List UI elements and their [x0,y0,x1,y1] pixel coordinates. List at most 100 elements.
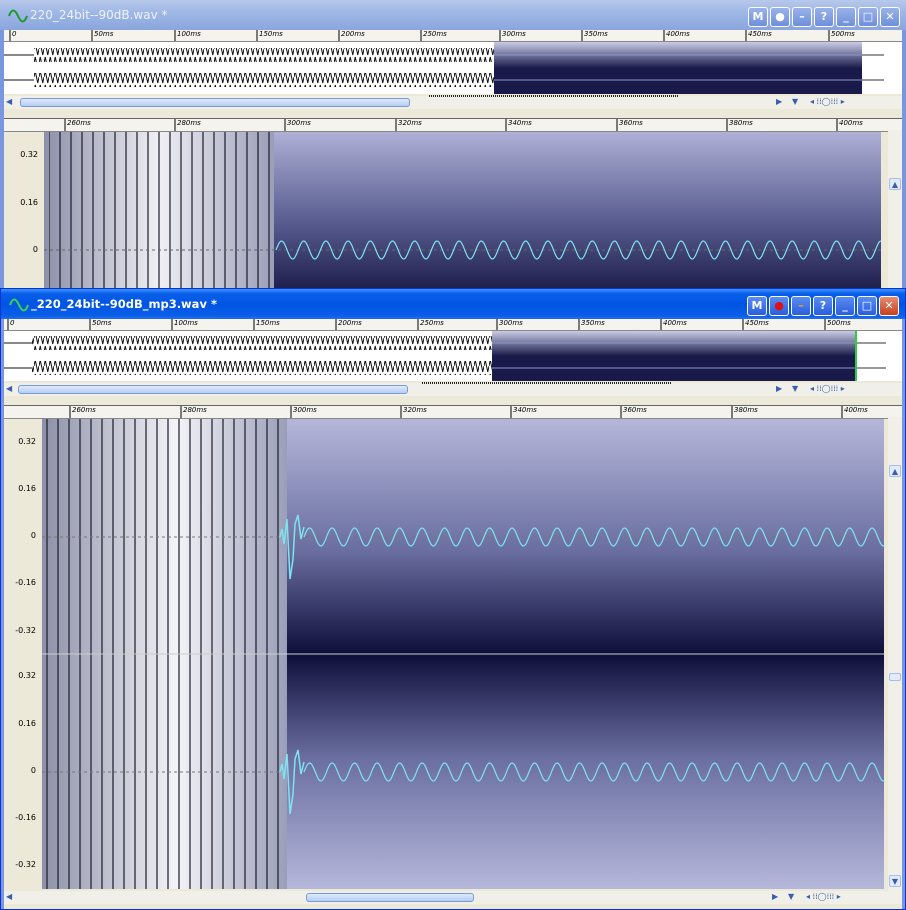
ruler-label: 260ms [72,406,96,414]
arrow-right-icon[interactable]: ▶ [776,384,782,393]
close-button[interactable]: ✕ [879,296,899,316]
vertical-scrollbar[interactable]: ▲ ▼ [888,417,902,891]
scroll-thumb[interactable] [20,98,410,107]
ruler-label: 380ms [734,406,758,414]
ruler-label: 400ms [844,406,868,414]
waveform-view[interactable] [44,132,881,291]
ruler-label: 400ms [663,319,687,327]
record-button[interactable]: ● [769,296,789,316]
y-axis-label: 0.32 [18,437,36,446]
window-2: _220_24bit--90dB_mp3.wav * M ● – ? _ □ ✕… [0,288,906,910]
ruler-label: 50ms [92,319,112,327]
sine-wave-icon [9,298,29,312]
y-axis-label: -0.16 [15,578,36,587]
ruler-label: 150ms [256,319,280,327]
close-button[interactable]: ✕ [880,7,900,27]
zoom-slider-icon[interactable]: ◂ ⁞⁞◯⁞⁞⁞ ▸ [810,97,845,106]
ruler-label: 320ms [403,406,427,414]
scroll-thumb[interactable] [18,385,408,394]
minus-button[interactable]: – [792,7,812,27]
mono-button[interactable]: M [748,7,768,27]
window-1: 220_24bit--90dB.wav * M ● – ? _ □ ✕ 0 50… [0,0,906,291]
y-axis-label: 0 [32,245,38,254]
vertical-scrollbar[interactable]: ▲ [888,130,902,291]
y-axis-label: 0.16 [20,198,38,207]
ruler-label: 250ms [423,30,447,38]
sine-wave-icon [8,9,28,23]
ruler-label: 280ms [183,406,207,414]
ruler-label: 300ms [502,30,526,38]
ruler-label: 300ms [287,119,311,127]
detail-ruler: 260ms 280ms 300ms 320ms 340ms 360ms 380m… [4,405,902,419]
scroll-up-icon[interactable]: ▲ [889,178,901,190]
window-title: _220_24bit--90dB_mp3.wav * [31,297,217,311]
ruler-label: 360ms [623,406,647,414]
ruler-label: 250ms [420,319,444,327]
arrow-left-icon[interactable]: ◀ [6,384,12,393]
ruler-label: 100ms [174,319,198,327]
ruler-label: 50ms [94,30,114,38]
arrow-left-icon[interactable]: ◀ [6,97,12,106]
arrow-right-icon[interactable]: ▶ [772,892,778,901]
maximize-button[interactable]: □ [857,296,877,316]
minimize-button[interactable]: _ [836,7,856,27]
minus-button[interactable]: – [791,296,811,316]
y-axis-label: 0.32 [18,671,36,680]
ruler-label: 320ms [398,119,422,127]
overview-scrollbar[interactable]: ◀ ▶ ▼ ◂ ⁞⁞◯⁞⁞⁞ ▸ [4,95,902,109]
ruler-label: 500ms [827,319,851,327]
help-button[interactable]: ? [814,7,834,27]
arrow-right-icon[interactable]: ▶ [776,97,782,106]
overview-waveform[interactable] [4,42,902,94]
y-axis-label: 0 [30,766,36,775]
ruler-label: 450ms [748,30,772,38]
arrow-left-icon[interactable]: ◀ [6,892,12,901]
chevron-down-icon[interactable]: ▼ [788,892,794,901]
ruler-label: 400ms [666,30,690,38]
y-axis-label: -0.16 [15,813,36,822]
scroll-down-icon[interactable]: ▼ [889,875,901,887]
window-title: 220_24bit--90dB.wav * [30,8,168,22]
y-axis-label: 0 [30,531,36,540]
record-button[interactable]: ● [770,7,790,27]
title-bar[interactable]: _220_24bit--90dB_mp3.wav * M ● – ? _ □ ✕ [1,289,905,319]
waveform-view[interactable] [42,419,884,889]
chevron-down-icon[interactable]: ▼ [792,384,798,393]
ruler-label: 350ms [584,30,608,38]
ruler-label: 340ms [513,406,537,414]
y-axis-label: 0.16 [18,484,36,493]
ruler-label: 280ms [177,119,201,127]
y-axis-label: 0.32 [20,150,38,159]
ruler-label: 500ms [831,30,855,38]
overview-ruler: 0 50ms 100ms 150ms 200ms 250ms 300ms 350… [4,319,902,331]
ruler-label: 350ms [581,319,605,327]
y-axis-label: 0.16 [18,719,36,728]
ruler-label: 400ms [839,119,863,127]
help-button[interactable]: ? [813,296,833,316]
scroll-thumb[interactable] [306,893,474,902]
ruler-label: 0 [12,30,17,38]
zoom-slider-icon[interactable]: ◂ ⁞⁞◯⁞⁞⁞ ▸ [810,384,845,393]
ruler-label: 360ms [619,119,643,127]
ruler-label: 450ms [745,319,769,327]
zoom-slider-icon[interactable]: ◂ ⁞⁞◯⁞⁞⁞ ▸ [806,892,841,901]
main-scrollbar[interactable]: ◀ ▶ ▼ ◂ ⁞⁞◯⁞⁞⁞ ▸ [4,891,902,904]
detail-ruler: 260ms 280ms 300ms 320ms 340ms 360ms 380m… [4,118,902,132]
overview-ruler: 0 50ms 100ms 150ms 200ms 250ms 300ms 350… [4,30,902,42]
ruler-label: 100ms [177,30,201,38]
ruler-label: 380ms [729,119,753,127]
title-bar[interactable]: 220_24bit--90dB.wav * M ● – ? _ □ ✕ [0,0,906,30]
overview-waveform[interactable] [4,331,902,381]
mono-button[interactable]: M [747,296,767,316]
ruler-label: 150ms [259,30,283,38]
minimize-button[interactable]: _ [835,296,855,316]
ruler-label: 300ms [499,319,523,327]
scroll-thumb[interactable] [889,673,901,681]
ruler-label: 260ms [67,119,91,127]
chevron-down-icon[interactable]: ▼ [792,97,798,106]
overview-scrollbar[interactable]: ◀ ▶ ▼ ◂ ⁞⁞◯⁞⁞⁞ ▸ [4,382,902,396]
scroll-up-icon[interactable]: ▲ [889,465,901,477]
y-axis-label: -0.32 [15,860,36,869]
maximize-button[interactable]: □ [858,7,878,27]
ruler-label: 200ms [338,319,362,327]
